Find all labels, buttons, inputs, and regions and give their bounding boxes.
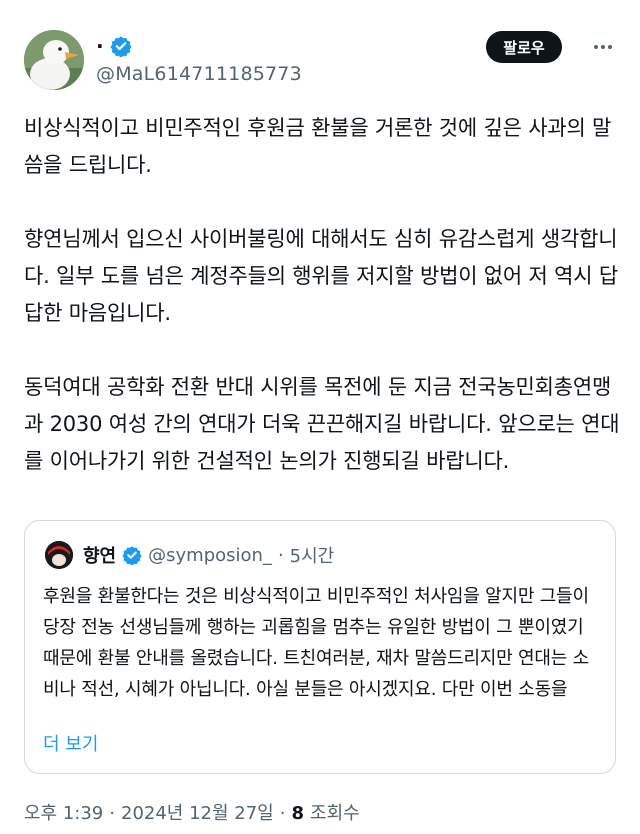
tweet-paragraph: 비상식적이고 비민주적인 후원금 환불을 거론한 것에 깊은 사과의 말씀을 드… <box>24 116 612 177</box>
quote-author-handle[interactable]: @symposion_ <box>148 545 272 566</box>
author-name-row: · <box>96 34 132 58</box>
quote-timestamp[interactable]: 5시간 <box>290 542 335 568</box>
tweet-meta: 오후 1:39 · 2024년 12월 27일 · 8 조회수 <box>24 802 360 826</box>
tweet-body: 비상식적이고 비민주적인 후원금 환불을 거론한 것에 깊은 사과의 말씀을 드… <box>24 110 624 480</box>
tweet-date[interactable]: 2024년 12월 27일 <box>121 802 274 826</box>
views-label: 조회수 <box>310 803 360 824</box>
tweet-paragraph: 향연님께서 입으신 사이버불링에 대해서도 심히 유감스럽게 생각합니다. 일부… <box>24 227 618 325</box>
verified-badge-icon <box>109 36 132 57</box>
follow-button[interactable]: 팔로우 <box>486 31 562 63</box>
views-count: 8 <box>291 803 305 824</box>
meta-separator: · <box>109 803 115 824</box>
quote-separator: · <box>277 544 284 566</box>
quote-avatar[interactable] <box>45 541 73 569</box>
quoted-tweet-card[interactable]: 향연 @symposion_ · 5시간 후원을 환불한다는 것은 비상식적이고… <box>24 520 616 774</box>
author-display-name[interactable]: · <box>96 34 104 58</box>
tweet-time[interactable]: 오후 1:39 <box>24 802 103 826</box>
more-icon[interactable] <box>588 34 618 60</box>
more-dot <box>608 45 612 49</box>
more-dot <box>601 45 605 49</box>
duck-avatar-image <box>24 30 84 90</box>
tweet-paragraph: 동덕여대 공학화 전환 반대 시위를 목전에 둔 지금 전국농민회총연맹과 20… <box>24 375 620 473</box>
quote-avatar-image <box>45 541 73 569</box>
quote-text: 후원을 환불한다는 것은 비상식적이고 비민주적인 처사임을 알지만 그들이 당… <box>43 586 590 700</box>
verified-badge-icon <box>122 546 142 565</box>
quote-header: 향연 @symposion_ · 5시간 <box>83 542 335 568</box>
author-handle[interactable]: @MaL614711185773 <box>96 62 302 86</box>
show-more-link[interactable]: 더 보기 <box>43 733 98 757</box>
meta-separator: · <box>279 803 286 824</box>
quote-author-name[interactable]: 향연 <box>83 542 116 568</box>
avatar[interactable] <box>24 30 84 90</box>
more-dot <box>594 45 598 49</box>
